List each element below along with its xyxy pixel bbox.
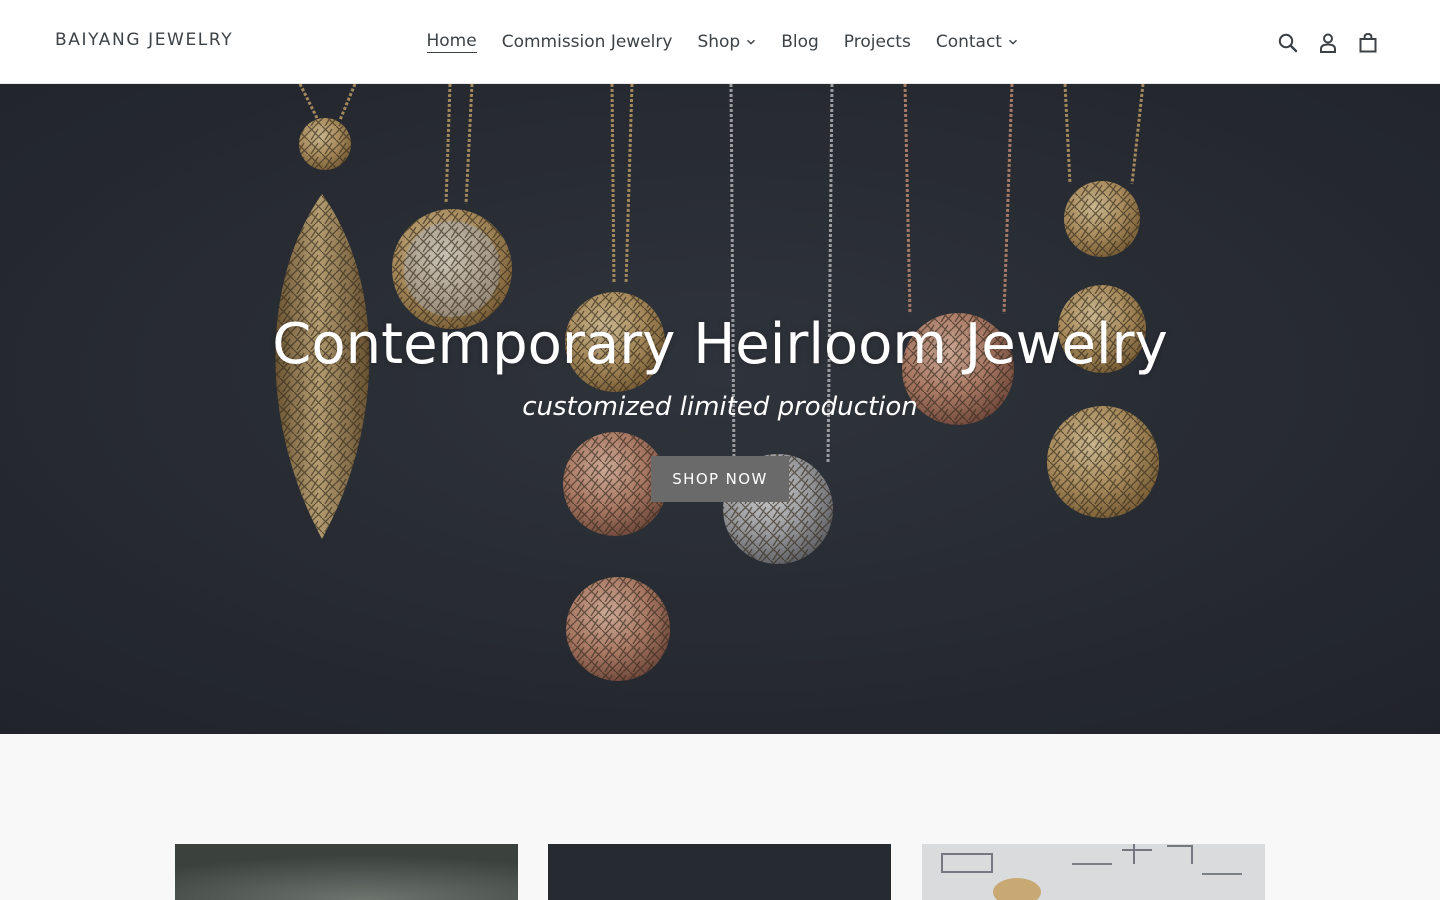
chevron-down-icon [1008,39,1017,45]
nav-item-label: Shop [697,32,741,52]
shop-now-button[interactable]: SHOP NOW [651,456,789,502]
header-icons [1268,29,1388,57]
site-logo[interactable]: BAIYANG JEWELRY [55,30,233,50]
cart-button[interactable] [1354,29,1382,57]
collection-card-image [548,844,891,900]
collection-card-image [175,844,518,900]
cart-icon [1359,32,1377,53]
collection-card[interactable] [175,844,518,900]
nav-item-label: Home [426,31,477,53]
nav-item-contact[interactable]: Contact [923,29,1030,55]
search-button[interactable] [1274,29,1302,57]
account-icon [1320,33,1336,53]
collection-card-image [922,844,1265,900]
collection-card[interactable] [922,844,1265,900]
collection-card[interactable] [548,844,891,900]
featured-collections [175,844,1265,900]
nav-item-projects[interactable]: Projects [831,29,923,55]
hero-title: Contemporary Heirloom Jewelry [272,312,1168,377]
nav-item-label: Blog [781,32,819,52]
search-icon [1278,33,1298,53]
site-header: BAIYANG JEWELRY Home Commission Jewelry … [0,0,1440,84]
account-button[interactable] [1314,29,1342,57]
nav-item-shop[interactable]: Shop [685,29,769,55]
nav-item-blog[interactable]: Blog [769,29,832,55]
hero-banner: Contemporary Heirloom Jewelry customized… [0,84,1440,734]
nav-item-home[interactable]: Home [414,29,489,55]
nav-item-commission-jewelry[interactable]: Commission Jewelry [489,29,685,55]
nav-item-label: Commission Jewelry [501,32,673,52]
nav-item-label: Contact [935,32,1002,52]
hero-subtitle: customized limited production [522,392,918,422]
nav-item-label: Projects [843,32,911,52]
chevron-down-icon [747,39,756,45]
main-navigation: Home Commission Jewelry Shop Blog Projec… [414,29,1030,55]
